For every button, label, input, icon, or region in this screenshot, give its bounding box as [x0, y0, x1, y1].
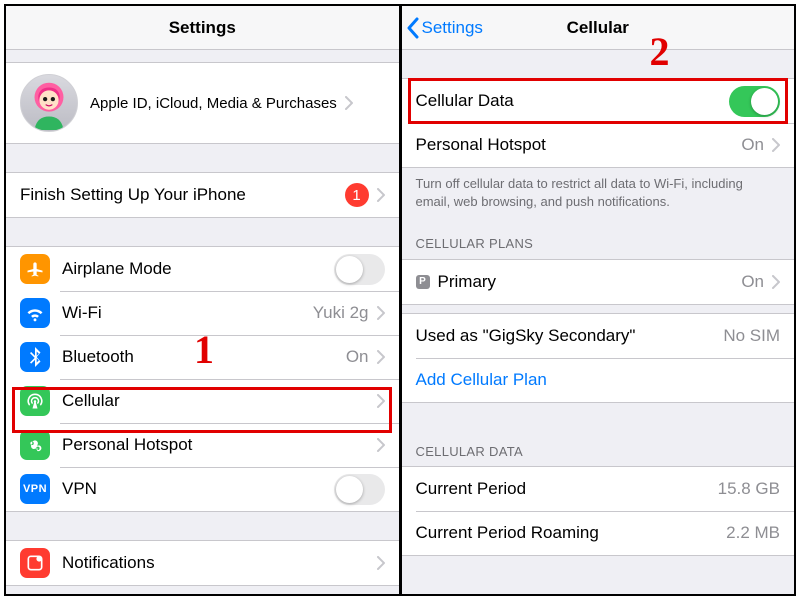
notifications-row[interactable]: Notifications	[6, 541, 399, 585]
add-cellular-plan-label: Add Cellular Plan	[416, 370, 781, 390]
cellular-data-label: Cellular Data	[416, 91, 730, 111]
wifi-label: Wi-Fi	[62, 303, 307, 323]
hotspot-row[interactable]: Personal Hotspot	[6, 423, 399, 467]
airplane-mode-row[interactable]: Airplane Mode	[6, 247, 399, 291]
vpn-label: VPN	[62, 479, 334, 499]
page-title: Settings	[169, 18, 236, 38]
bluetooth-label: Bluetooth	[62, 347, 340, 367]
current-period-row: Current Period 15.8 GB	[402, 467, 795, 511]
chevron-right-icon	[377, 438, 385, 452]
settings-panel: Settings	[6, 6, 399, 594]
wifi-icon	[20, 298, 50, 328]
hotspot-label: Personal Hotspot	[62, 435, 369, 455]
page-title: Cellular	[567, 18, 629, 38]
cellular-data-toggle[interactable]	[729, 86, 780, 117]
bluetooth-value: On	[346, 347, 369, 367]
chevron-right-icon	[772, 275, 780, 289]
finish-setup-label: Finish Setting Up Your iPhone	[20, 185, 339, 205]
current-period-value: 15.8 GB	[718, 479, 780, 499]
roaming-value: 2.2 MB	[726, 523, 780, 543]
chevron-right-icon	[377, 394, 385, 408]
cellular-data-footer: Turn off cellular data to restrict all d…	[402, 168, 795, 217]
personal-hotspot-label: Personal Hotspot	[416, 135, 736, 155]
used-as-value: No SIM	[723, 326, 780, 346]
vpn-row[interactable]: VPN VPN	[6, 467, 399, 511]
cellular-row[interactable]: Cellular	[6, 379, 399, 423]
personal-hotspot-row[interactable]: Personal Hotspot On	[402, 123, 795, 167]
airplane-icon	[20, 254, 50, 284]
wifi-value: Yuki 2g	[313, 303, 369, 323]
chevron-right-icon	[345, 96, 353, 110]
hotspot-icon	[20, 430, 50, 460]
bluetooth-row[interactable]: Bluetooth On	[6, 335, 399, 379]
back-button[interactable]: Settings	[406, 17, 483, 39]
cellular-scroll[interactable]: Cellular Data Personal Hotspot On Turn o…	[402, 50, 795, 594]
current-period-roaming-row: Current Period Roaming 2.2 MB	[402, 511, 795, 555]
airplane-label: Airplane Mode	[62, 259, 334, 279]
back-label: Settings	[422, 18, 483, 38]
cellular-data-row[interactable]: Cellular Data	[402, 79, 795, 123]
current-period-label: Current Period	[416, 479, 712, 499]
vpn-icon: VPN	[20, 474, 50, 504]
primary-plan-label: Primary	[438, 272, 736, 292]
airplane-toggle[interactable]	[334, 254, 385, 285]
finish-setup-row[interactable]: Finish Setting Up Your iPhone 1	[6, 173, 399, 217]
cellular-plans-header: Cellular Plans	[402, 217, 795, 259]
used-as-label: Used as "GigSky Secondary"	[416, 326, 718, 346]
wifi-row[interactable]: Wi-Fi Yuki 2g	[6, 291, 399, 335]
cellular-panel: Settings Cellular Cellular Data Personal…	[402, 6, 795, 594]
primary-badge-icon: P	[416, 275, 430, 289]
badge-count: 1	[345, 183, 369, 207]
notifications-icon	[20, 548, 50, 578]
chevron-right-icon	[377, 350, 385, 364]
chevron-right-icon	[377, 188, 385, 202]
vpn-toggle[interactable]	[334, 474, 385, 505]
chevron-right-icon	[377, 556, 385, 570]
settings-scroll[interactable]: Apple ID, iCloud, Media & Purchases Fini…	[6, 50, 399, 594]
primary-plan-row[interactable]: P Primary On	[402, 260, 795, 304]
cellular-data-header: Cellular Data	[402, 403, 795, 467]
primary-plan-value: On	[741, 272, 764, 292]
navbar-right: Settings Cellular	[402, 6, 795, 50]
personal-hotspot-value: On	[741, 135, 764, 155]
navbar-left: Settings	[6, 6, 399, 50]
apple-id-label: Apple ID, iCloud, Media & Purchases	[90, 95, 337, 112]
add-cellular-plan-row[interactable]: Add Cellular Plan	[402, 358, 795, 402]
cellular-label: Cellular	[62, 391, 369, 411]
notifications-label: Notifications	[62, 553, 369, 573]
used-as-row[interactable]: Used as "GigSky Secondary" No SIM	[402, 314, 795, 358]
avatar	[20, 74, 78, 132]
roaming-label: Current Period Roaming	[416, 523, 721, 543]
apple-id-row[interactable]: Apple ID, iCloud, Media & Purchases	[6, 63, 399, 143]
cellular-icon	[20, 386, 50, 416]
bluetooth-icon	[20, 342, 50, 372]
chevron-right-icon	[772, 138, 780, 152]
chevron-right-icon	[377, 306, 385, 320]
